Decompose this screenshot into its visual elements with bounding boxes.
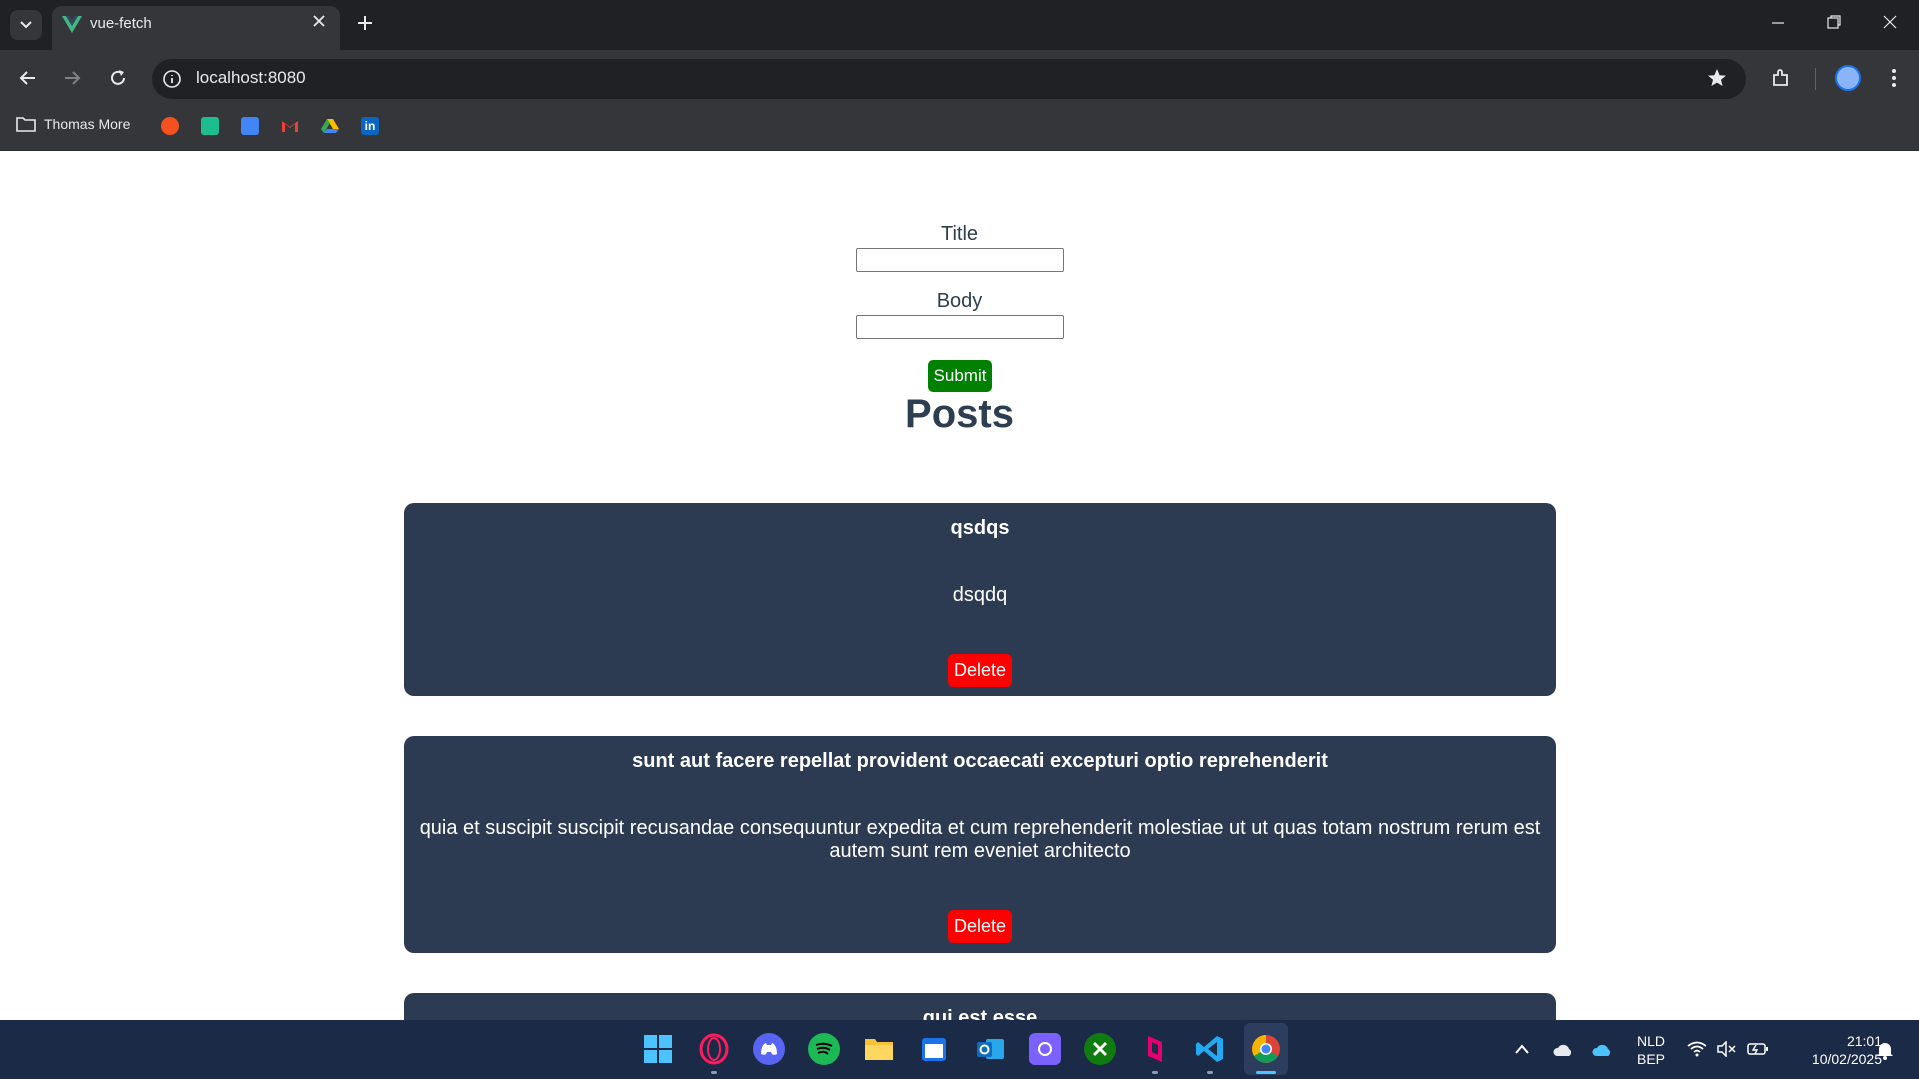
- input-language[interactable]: NLD BEP: [1633, 1032, 1669, 1068]
- title-input[interactable]: [855, 248, 1064, 272]
- post-body: dsqdq: [952, 584, 1008, 606]
- xbox-icon[interactable]: [1084, 1033, 1116, 1065]
- file-explorer-icon[interactable]: [863, 1033, 895, 1065]
- vscode-icon[interactable]: [1194, 1033, 1226, 1065]
- windows-taskbar: [0, 1020, 1919, 1079]
- outlook-icon[interactable]: [974, 1033, 1006, 1065]
- active-indicator: [1256, 1071, 1276, 1074]
- body-label: Body: [936, 290, 983, 312]
- bookmark-star-icon[interactable]: [1706, 67, 1728, 89]
- extensions-icon[interactable]: [1770, 67, 1792, 89]
- address-bar[interactable]: [152, 59, 1746, 99]
- running-indicator: [1207, 1071, 1213, 1074]
- close-window-icon[interactable]: [1882, 14, 1898, 30]
- profile-avatar[interactable]: [1835, 65, 1861, 91]
- post-title: qsdqs: [950, 517, 1010, 539]
- drive-icon[interactable]: [321, 117, 339, 135]
- linkedin-icon[interactable]: in: [361, 117, 379, 135]
- calendar-icon[interactable]: [918, 1033, 950, 1065]
- proton-vpn-icon[interactable]: [1029, 1033, 1061, 1065]
- bookmark-icon-calendar[interactable]: [241, 117, 259, 135]
- language-code: NLD: [1636, 1033, 1665, 1049]
- volume-muted-icon[interactable]: [1716, 1041, 1736, 1057]
- chrome-icon[interactable]: [1250, 1033, 1282, 1065]
- minimize-icon[interactable]: [1770, 14, 1786, 30]
- gmail-icon[interactable]: [281, 117, 299, 135]
- page-content: Title Body Submit Posts qsdqs dsqdq Dele…: [0, 151, 1919, 1053]
- battery-icon[interactable]: [1747, 1042, 1769, 1056]
- chevron-down-icon: [20, 21, 32, 29]
- chevron-up-icon[interactable]: [1514, 1043, 1530, 1055]
- toolbar-divider: [1815, 68, 1816, 90]
- bookmark-folder-label: Thomas More: [44, 116, 131, 132]
- forward-icon[interactable]: [62, 68, 82, 88]
- wifi-icon[interactable]: [1687, 1041, 1707, 1057]
- onedrive-icon[interactable]: [1591, 1043, 1613, 1057]
- bookmark-folder-thomas-more[interactable]: Thomas More: [16, 116, 130, 132]
- restore-icon[interactable]: [1826, 14, 1842, 30]
- back-icon[interactable]: [18, 68, 38, 88]
- posts-heading: Posts: [905, 392, 1014, 436]
- url-text[interactable]: localhost:8080: [196, 68, 306, 88]
- reload-icon[interactable]: [108, 68, 128, 88]
- bookmark-icon-te[interactable]: [201, 117, 219, 135]
- new-tab-icon[interactable]: [356, 14, 374, 32]
- body-input[interactable]: [855, 315, 1064, 339]
- vue-logo-icon: [62, 16, 82, 33]
- tab-title: vue-fetch: [90, 15, 152, 32]
- windows-start-icon[interactable]: [642, 1033, 674, 1065]
- close-tab-icon[interactable]: [312, 14, 326, 28]
- post-title: sunt aut facere repellat provident occae…: [632, 750, 1328, 772]
- clock-date: 10/02/2025: [1811, 1051, 1882, 1067]
- post-body: quia et suscipit suscipit recusandae con…: [419, 817, 1541, 862]
- opera-gx-icon[interactable]: [698, 1033, 730, 1065]
- running-indicator: [1152, 1071, 1158, 1074]
- folder-icon: [16, 117, 36, 132]
- discord-icon[interactable]: [753, 1033, 785, 1065]
- post-card: qsdqs dsqdq Delete: [404, 503, 1556, 696]
- tab-search-button[interactable]: [10, 10, 42, 40]
- delete-button[interactable]: Delete: [947, 654, 1013, 687]
- clock[interactable]: 21:01 10/02/2025: [1782, 1032, 1882, 1068]
- delete-button[interactable]: Delete: [947, 910, 1013, 943]
- post-form: Title Body: [0, 223, 1919, 339]
- submit-button[interactable]: Submit: [928, 360, 992, 392]
- clock-time: 21:01: [1846, 1033, 1882, 1049]
- running-indicator: [711, 1071, 717, 1074]
- cloud-icon[interactable]: [1552, 1043, 1574, 1057]
- app-pink-icon[interactable]: [1139, 1033, 1171, 1065]
- bookmark-icon-red[interactable]: [161, 117, 179, 135]
- site-info-icon[interactable]: [161, 68, 183, 90]
- more-menu-icon[interactable]: [1884, 67, 1904, 89]
- post-card: sunt aut facere repellat provident occae…: [404, 736, 1556, 953]
- notification-bell-icon[interactable]: [1876, 1040, 1894, 1060]
- title-label: Title: [940, 223, 979, 245]
- keyboard-layout: BEP: [1636, 1051, 1665, 1067]
- spotify-icon[interactable]: [808, 1033, 840, 1065]
